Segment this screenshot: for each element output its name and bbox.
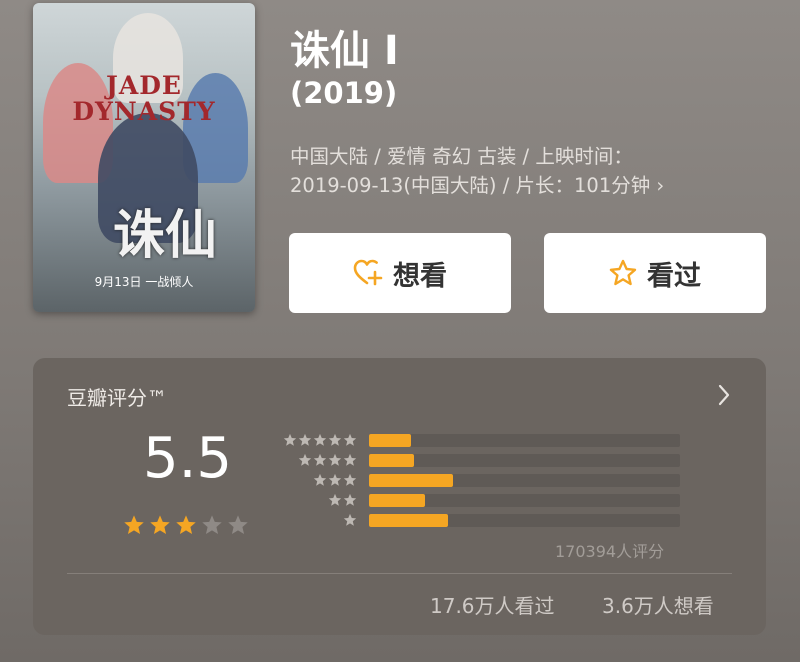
rating-bar-fill [369, 454, 415, 467]
poster-release-date: 9月13日 一战倾人 [94, 275, 194, 289]
row-stars-icon [328, 493, 357, 507]
movie-poster[interactable]: JADE DYNASTY 诛仙 9月13日 一战倾人 [33, 3, 255, 312]
rating-bar-fill [369, 494, 425, 507]
rating-row-5-star [281, 431, 711, 451]
rating-row-2-star [281, 491, 711, 511]
movie-info-line1: 中国大陆 / 爱情 奇幻 古装 / 上映时间： [290, 145, 633, 168]
want-to-watch-button[interactable]: 想看 [289, 233, 511, 313]
star-filled-icon [175, 514, 197, 540]
rating-row-1-star [281, 511, 711, 531]
rating-row-4-star [281, 451, 711, 471]
row-stars-icon [283, 433, 357, 447]
want-to-watch-label: 想看 [393, 260, 447, 292]
rating-bar-fill [369, 474, 453, 487]
row-stars-icon [343, 513, 357, 527]
poster-calligraphy: 诛仙 [113, 205, 218, 266]
want-count[interactable]: 3.6万人想看 [602, 590, 714, 619]
star-outline-icon [609, 259, 637, 287]
poster-title: JADE DYNASTY [72, 71, 216, 126]
watched-button[interactable]: 看过 [544, 233, 766, 313]
divider [67, 573, 732, 574]
rating-bar-track [369, 494, 680, 507]
rating-bar-track [369, 434, 680, 447]
movie-info-line2[interactable]: 2019-09-13(中国大陆) / 片长：101分钟 › [290, 169, 664, 198]
douban-rating-card[interactable]: 豆瓣评分™ 5.5 170394人评分 17.6万人看过 3.6万人想看 [33, 358, 766, 635]
star-empty-icon [227, 514, 249, 540]
rating-label: 豆瓣评分™ [67, 386, 167, 410]
rating-bar-track [369, 514, 680, 527]
movie-title: 诛仙 I [290, 28, 399, 74]
row-stars-icon [313, 473, 357, 487]
rating-row-3-star [281, 471, 711, 491]
watched-count[interactable]: 17.6万人看过 [430, 590, 555, 619]
star-filled-icon [123, 514, 145, 540]
vote-count: 170394人评分 [555, 542, 665, 561]
heart-plus-icon [353, 259, 383, 287]
star-filled-icon [149, 514, 171, 540]
rating-score: 5.5 [143, 426, 233, 491]
star-empty-icon [201, 514, 223, 540]
rating-bar-fill [369, 514, 449, 527]
watched-label: 看过 [647, 260, 701, 292]
chevron-right-icon[interactable] [718, 384, 730, 410]
rating-bar-track [369, 454, 680, 467]
movie-year: (2019) [290, 76, 398, 110]
rating-bar-track [369, 474, 680, 487]
rating-stars [123, 514, 249, 540]
row-stars-icon [298, 453, 357, 467]
rating-bar-fill [369, 434, 412, 447]
